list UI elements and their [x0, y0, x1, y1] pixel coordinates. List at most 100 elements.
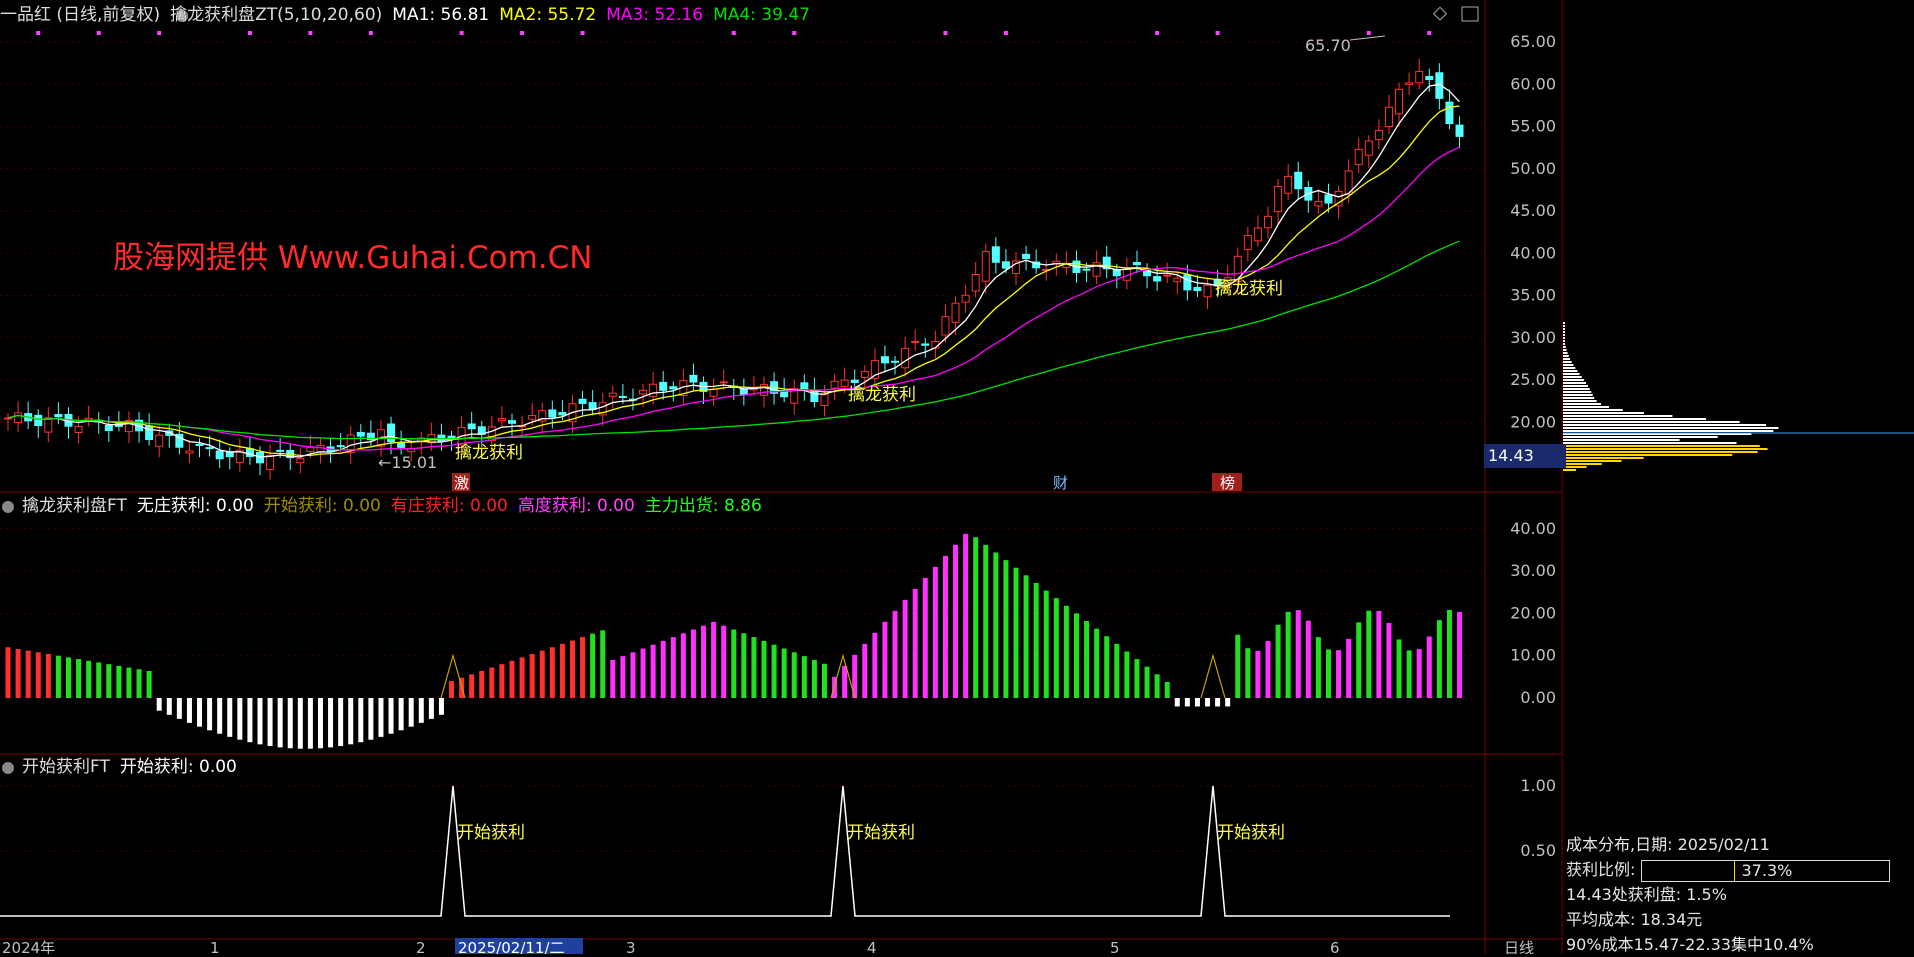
- price-tick-label: 20.00: [1510, 412, 1556, 431]
- cost-bar: [1563, 352, 1568, 354]
- signal-label: 擒龙获利: [455, 443, 523, 463]
- indicator-bar: [1275, 624, 1281, 698]
- annotations: 65.70←15.01 擒龙获利擒龙获利擒龙获利开始获利 开始获利 开始获利激财榜: [2, 6, 1479, 843]
- price-tick-label: 60.00: [1510, 74, 1556, 93]
- cost-bar: [1563, 460, 1622, 462]
- indicator-bar: [610, 659, 616, 698]
- indicator-bar: [1406, 650, 1412, 698]
- indicator-bar: [328, 698, 334, 748]
- cost-bar: [1563, 448, 1768, 450]
- indicator-bar: [872, 632, 878, 698]
- candle-down: [558, 412, 567, 416]
- indicator-bar: [1245, 648, 1251, 698]
- indicator-bar: [408, 698, 414, 727]
- indicator-bar: [197, 698, 203, 727]
- candle-up: [830, 380, 839, 389]
- indicator-bar: [489, 667, 495, 698]
- candle-up: [760, 384, 768, 396]
- indicator-bar: [922, 577, 928, 698]
- indicator-bar: [217, 698, 223, 734]
- candle-down: [810, 389, 819, 403]
- candle-down: [397, 442, 406, 448]
- signal-label: 擒龙获利: [1215, 279, 1283, 299]
- indicator-bar: [892, 610, 898, 698]
- candle-up: [639, 389, 648, 395]
- candle-down: [880, 356, 889, 364]
- indicator-bar: [590, 633, 596, 698]
- indicator-bar: [106, 664, 112, 698]
- signal-dot: [308, 31, 313, 35]
- date-tick-label: 4: [867, 939, 877, 954]
- indicator-bar: [156, 698, 162, 711]
- cost-bar: [1563, 412, 1644, 414]
- indicator-bar: [1215, 698, 1221, 707]
- indicator-bar: [993, 552, 999, 698]
- candle-down: [800, 382, 809, 390]
- cost-bar: [1563, 367, 1576, 369]
- indicator-bar: [1174, 698, 1180, 707]
- candle-down: [205, 447, 214, 450]
- signal-dot: [943, 31, 948, 35]
- no-dealer-profit: 无庄获利: 0.00: [136, 496, 254, 516]
- indicator-title[interactable]: 擒龙获利盘FT: [22, 496, 127, 516]
- indicator-bar: [791, 652, 797, 698]
- indicator-bar: [1073, 613, 1079, 698]
- cost-info-line2: 平均成本: 18.34元: [1566, 910, 1703, 929]
- candle-down: [1324, 194, 1333, 204]
- candle-down: [548, 409, 557, 418]
- cost-bar: [1563, 454, 1733, 456]
- indicator-bar: [600, 630, 606, 698]
- signal-dot: [368, 31, 373, 35]
- start-label: 开始获利: [457, 823, 525, 843]
- indicator-name[interactable]: 擒龙获利盘ZT(5,10,20,60): [170, 5, 382, 25]
- indicator-bar: [76, 659, 82, 698]
- indicator-bar: [438, 698, 444, 715]
- candle-up: [74, 425, 83, 433]
- indicator-bar: [821, 663, 827, 698]
- indicator-bar: [1265, 641, 1271, 698]
- date-tick-label: 1: [210, 939, 220, 954]
- indicator-bar: [176, 698, 182, 719]
- indicator-bar: [499, 664, 505, 698]
- candle-down: [1022, 253, 1031, 259]
- indicator-tick-label: 30.00: [1510, 561, 1556, 580]
- indicator-bar: [1124, 651, 1130, 698]
- candle-up: [981, 251, 990, 282]
- main-sell: 主力出货: 8.86: [644, 496, 762, 516]
- start-profit: 开始获利: 0.00: [263, 496, 381, 516]
- candle-down: [215, 450, 224, 460]
- signal-dot: [459, 31, 464, 35]
- cost-bar: [1563, 391, 1592, 393]
- watermark-text: 股海网提供 Www.Guhai.Com.CN: [113, 240, 593, 276]
- indicator-bar: [378, 698, 384, 737]
- grid-lines: [0, 41, 1485, 852]
- signal-dot: [580, 31, 585, 35]
- indicator-bar: [781, 648, 787, 698]
- indicator-bar: [882, 621, 888, 698]
- indicator-bar: [207, 698, 213, 731]
- candle-down: [1455, 124, 1464, 137]
- cost-bar: [1563, 322, 1565, 324]
- indicator-bar: [146, 670, 152, 698]
- candle-up: [860, 371, 869, 378]
- candle-up: [1415, 70, 1424, 84]
- candle-down: [1153, 276, 1162, 282]
- start-tick-label: 0.50: [1520, 841, 1556, 860]
- indicator-bar: [580, 637, 586, 698]
- indicator-bar: [731, 629, 737, 698]
- indicator-bar: [1205, 698, 1211, 707]
- stock-name[interactable]: 一品红 (日线,前复权): [0, 5, 160, 25]
- indicator-bar: [1386, 622, 1392, 698]
- start-title[interactable]: 开始获利FT: [22, 757, 110, 777]
- cost-bar: [1563, 340, 1565, 342]
- candle-up: [941, 316, 950, 336]
- candle-up: [1264, 215, 1272, 229]
- indicator-bar: [680, 633, 686, 698]
- indicator-bar: [549, 647, 555, 698]
- candle-up: [719, 381, 728, 384]
- cost-bar: [1563, 355, 1569, 357]
- date-tick-label: 2: [416, 939, 426, 954]
- cost-bar: [1563, 334, 1565, 336]
- chart-canvas[interactable]: 65.0060.0055.0050.0045.0040.0035.0030.00…: [0, 0, 1914, 954]
- indicator-bar: [761, 640, 767, 698]
